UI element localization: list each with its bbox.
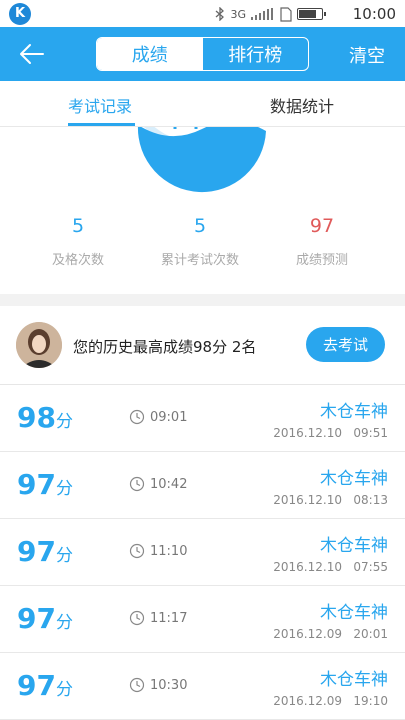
section-divider [0, 294, 405, 306]
app-logo-icon: K [9, 3, 31, 25]
record-duration: 10:42 [150, 477, 188, 492]
record-score: 97分 [17, 468, 73, 506]
record-score-unit: 分 [55, 680, 73, 700]
record-duration: 09:01 [150, 410, 188, 425]
record-score: 97分 [17, 602, 73, 640]
stat-value: 5 [71, 215, 85, 237]
record-score-value: 97 [17, 602, 56, 635]
clear-button[interactable]: 清空 [349, 42, 385, 68]
tab-leaderboard[interactable]: 排行榜 [203, 38, 309, 70]
record-score-unit: 分 [55, 479, 73, 499]
record-score: 97分 [17, 669, 73, 707]
stat-value: 97 [309, 215, 335, 237]
avatar [16, 322, 62, 368]
tab-data-statistics[interactable]: 数据统计 [270, 93, 334, 117]
record-datetime: 2016.12.09 19:10 [273, 694, 388, 708]
record-row[interactable]: 97分 10:42 木仓车神 2016.12.10 08:13 [0, 452, 405, 519]
record-duration: 11:10 [150, 544, 188, 559]
clock-icon [129, 476, 145, 492]
stat-label: 成绩预测 [295, 253, 348, 268]
stat-score-prediction: 97 成绩预测 [262, 215, 382, 268]
stat-label: 累计考试次数 [160, 253, 239, 268]
network-type-label: 3G [230, 7, 246, 21]
record-nickname: 木仓车神 [320, 469, 388, 489]
tab-scores[interactable]: 成绩 [97, 38, 203, 70]
battery-icon [297, 8, 326, 20]
record-score-unit: 分 [55, 546, 73, 566]
score-gauge-graphic [138, 127, 266, 193]
record-duration: 10:30 [150, 678, 188, 693]
signal-icon [251, 8, 273, 20]
record-score-value: 97 [17, 468, 56, 501]
record-datetime: 2016.12.10 07:55 [273, 560, 388, 574]
stat-pass-count: 5 及格次数 [18, 215, 138, 268]
record-row[interactable]: 97分 10:30 木仓车神 2016.12.09 19:10 [0, 653, 405, 720]
stat-total-exams: 5 累计考试次数 [140, 215, 260, 268]
record-nickname: 木仓车神 [320, 402, 388, 422]
record-score-value: 97 [17, 669, 56, 702]
stats-row: 5 及格次数 5 累计考试次数 97 成绩预测 [0, 215, 405, 280]
active-tab-indicator [68, 123, 135, 126]
stat-label: 及格次数 [51, 253, 104, 268]
record-score: 97分 [17, 535, 73, 573]
best-score-row: 您的历史最高成绩98分 2名 去考试 [0, 306, 405, 385]
sim-card-icon [280, 6, 292, 22]
clock-icon [129, 409, 145, 425]
app-header: 成绩 排行榜 清空 [0, 27, 405, 81]
tab-exam-records[interactable]: 考试记录 [68, 93, 132, 117]
clock-icon [129, 677, 145, 693]
bluetooth-icon [216, 7, 225, 21]
clock-icon [129, 543, 145, 559]
record-datetime: 2016.12.09 20:01 [273, 627, 388, 641]
record-nickname: 木仓车神 [320, 536, 388, 556]
record-datetime: 2016.12.10 08:13 [273, 493, 388, 507]
record-nickname: 木仓车神 [320, 603, 388, 623]
sub-tabs: 考试记录 数据统计 [0, 81, 405, 127]
record-row[interactable]: 97分 11:10 木仓车神 2016.12.10 07:55 [0, 519, 405, 586]
arrow-left-icon [20, 44, 44, 64]
best-score-text: 您的历史最高成绩98分 2名 [73, 338, 257, 356]
go-exam-button[interactable]: 去考试 [306, 327, 385, 362]
record-duration: 11:17 [150, 611, 188, 626]
clock-icon [129, 610, 145, 626]
record-score-value: 98 [17, 401, 56, 434]
record-score-unit: 分 [55, 613, 73, 633]
score-gauge [0, 127, 405, 202]
status-bar: K 3G 10:00 [0, 0, 405, 27]
record-score: 98分 [17, 401, 73, 439]
record-row[interactable]: 98分 09:01 木仓车神 2016.12.10 09:51 [0, 385, 405, 452]
record-row[interactable]: 97分 11:17 木仓车神 2016.12.09 20:01 [0, 586, 405, 653]
record-score-value: 97 [17, 535, 56, 568]
record-score-unit: 分 [55, 412, 73, 432]
record-nickname: 木仓车神 [320, 670, 388, 690]
back-button[interactable] [12, 37, 52, 71]
status-icons: 3G [215, 5, 326, 23]
segmented-control: 成绩 排行榜 [96, 37, 309, 71]
record-datetime: 2016.12.10 09:51 [273, 426, 388, 440]
stat-value: 5 [193, 215, 207, 237]
status-time: 10:00 [352, 5, 396, 23]
